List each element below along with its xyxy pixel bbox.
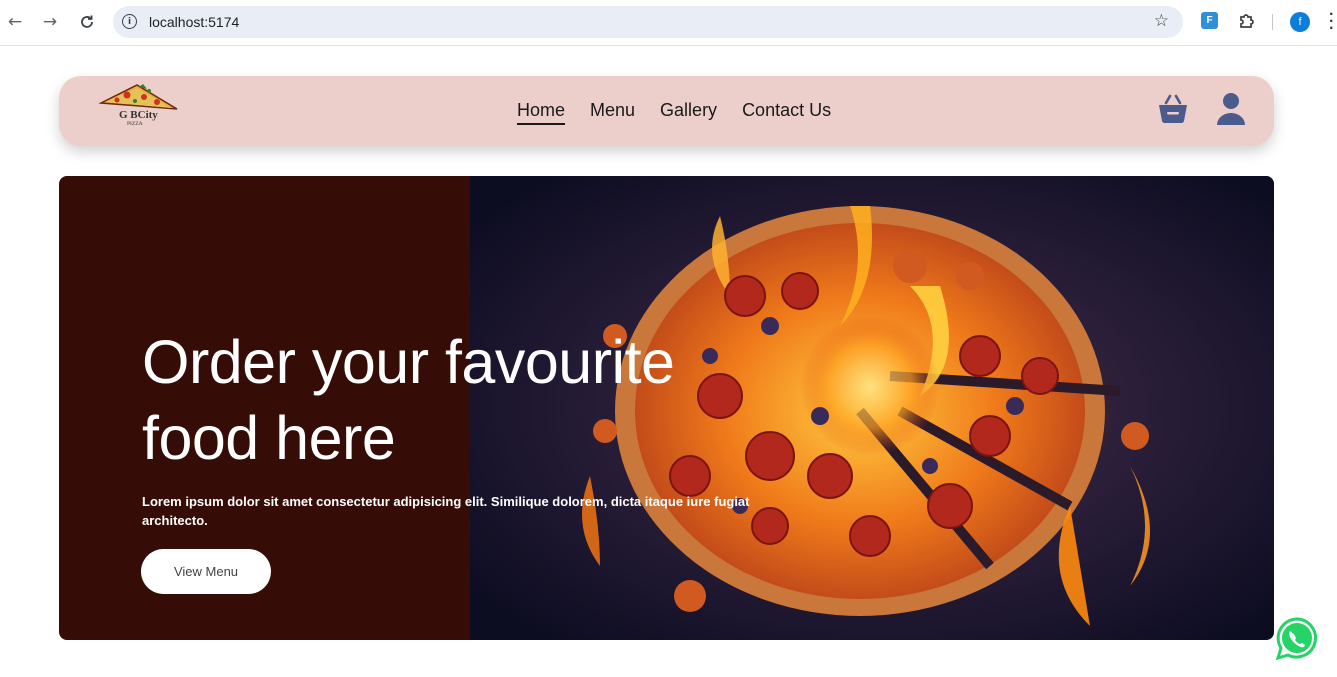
- forward-icon[interactable]: →: [38, 10, 62, 34]
- nav-home-link[interactable]: Home: [517, 100, 566, 125]
- hero-subtitle: Lorem ipsum dolor sit amet consectetur a…: [142, 494, 750, 528]
- reload-icon[interactable]: [75, 10, 99, 34]
- extension-icon[interactable]: F: [1201, 12, 1218, 29]
- hero-section: Order your favourite food here Lorem ips…: [59, 176, 1274, 640]
- more-menu-icon[interactable]: · · ·: [1329, 7, 1334, 37]
- back-icon[interactable]: ←: [3, 10, 27, 34]
- nav-contact-link[interactable]: Contact Us: [742, 100, 831, 125]
- toolbar-divider: [1272, 14, 1273, 30]
- user-icon[interactable]: [1216, 92, 1246, 126]
- browser-toolbar: ← → i localhost:5174 ☆ F f · · ·: [0, 0, 1337, 46]
- logo[interactable]: G BCity PIZZA: [98, 83, 179, 127]
- site-header: G BCity PIZZA Home Menu Gallery Contact …: [59, 76, 1274, 146]
- nav-gallery-link[interactable]: Gallery: [660, 100, 717, 125]
- bookmark-star-icon[interactable]: ☆: [1154, 11, 1169, 31]
- site-info-icon[interactable]: i: [122, 14, 137, 29]
- puzzle-icon[interactable]: [1237, 11, 1257, 31]
- url-text: localhost:5174: [149, 14, 240, 30]
- main-nav: Home Menu Gallery Contact Us: [517, 100, 831, 125]
- logo-text: G BCity: [119, 109, 158, 121]
- hero-title: Order your favourite food here: [142, 328, 675, 472]
- view-menu-button[interactable]: View Menu: [141, 549, 271, 594]
- logo-subtext: PIZZA: [127, 121, 143, 127]
- nav-menu-link[interactable]: Menu: [590, 100, 635, 125]
- basket-icon[interactable]: [1157, 93, 1189, 125]
- whatsapp-icon[interactable]: [1274, 616, 1320, 662]
- address-bar[interactable]: i localhost:5174 ☆: [113, 6, 1183, 38]
- profile-avatar[interactable]: f: [1290, 12, 1310, 32]
